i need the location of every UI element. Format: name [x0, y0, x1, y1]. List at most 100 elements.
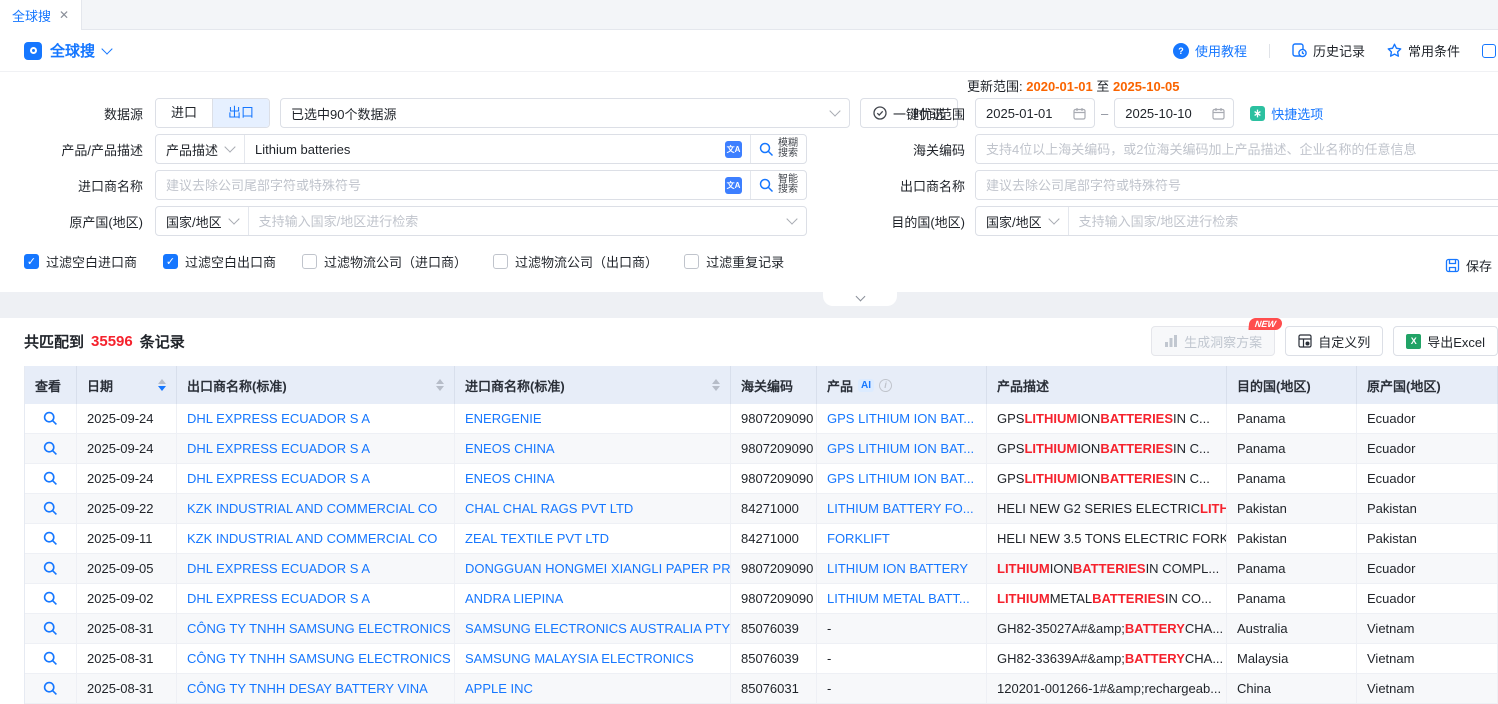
translate-icon[interactable]: 文A — [725, 177, 742, 194]
page-title-group[interactable]: 全球搜 — [24, 40, 111, 61]
importer-link[interactable]: CHAL CHAL RAGS PVT LTD — [455, 494, 731, 524]
filter-checkbox-4[interactable]: 过滤重复记录 — [684, 252, 784, 271]
checkbox-icon[interactable]: ✓ — [163, 254, 178, 269]
view-record-button[interactable] — [25, 554, 77, 584]
checkbox-icon[interactable] — [302, 254, 317, 269]
checkbox-icon[interactable] — [684, 254, 699, 269]
sort-carets[interactable] — [712, 379, 720, 391]
exporter-link[interactable]: DHL EXPRESS ECUADOR S A — [177, 434, 455, 464]
exporter-link[interactable]: DHL EXPRESS ECUADOR S A — [177, 464, 455, 494]
history-button[interactable]: 历史记录 — [1292, 41, 1365, 60]
collapse-form-button[interactable] — [823, 292, 897, 306]
view-record-button[interactable] — [25, 434, 77, 464]
view-record-button[interactable] — [25, 644, 77, 674]
magnifier-icon — [43, 531, 58, 546]
importer-link[interactable]: SAMSUNG ELECTRONICS AUSTRALIA PTY — [455, 614, 731, 644]
start-date-input[interactable]: 2025-01-01 — [975, 98, 1095, 128]
datasource-select[interactable]: 已选中90个数据源 — [280, 98, 850, 128]
column-header-date[interactable]: 日期 — [77, 366, 177, 404]
product-link[interactable]: LITHIUM ION BATTERY — [817, 554, 987, 584]
filter-checkbox-1[interactable]: ✓过滤空白出口商 — [163, 252, 276, 271]
generate-insight-button[interactable]: 生成洞察方案 NEW — [1151, 326, 1275, 356]
view-record-button[interactable] — [25, 584, 77, 614]
date-range-dash: – — [1101, 106, 1108, 121]
origin-cell: Ecuador — [1357, 434, 1498, 464]
date-cell: 2025-09-02 — [77, 584, 177, 614]
exporter-input[interactable] — [976, 171, 1498, 199]
import-toggle[interactable]: 进口 — [156, 99, 212, 127]
importer-link[interactable]: APPLE INC — [455, 674, 731, 704]
importer-link[interactable]: ENERGENIE — [455, 404, 731, 434]
end-date-input[interactable]: 2025-10-10 — [1114, 98, 1234, 128]
customize-columns-button[interactable]: 自定义列 — [1285, 326, 1383, 356]
magnifier-icon — [43, 621, 58, 636]
close-icon[interactable]: ✕ — [59, 8, 69, 22]
product-link[interactable]: GPS LITHIUM ION BAT... — [817, 404, 987, 434]
origin-cell: Ecuador — [1357, 464, 1498, 494]
hs-code-cell: 9807209090 — [731, 434, 817, 464]
destination-country-input[interactable] — [1069, 207, 1498, 235]
export-excel-button[interactable]: X 导出Excel — [1393, 326, 1498, 356]
product-type-select[interactable]: 产品描述 — [156, 135, 245, 163]
column-header-exporter[interactable]: 出口商名称(标准) — [177, 366, 455, 404]
exporter-link[interactable]: CÔNG TY TNHH DESAY BATTERY VINA — [177, 674, 455, 704]
product-link[interactable]: GPS LITHIUM ION BAT... — [817, 464, 987, 494]
exporter-link[interactable]: CÔNG TY TNHH SAMSUNG ELECTRONICS ... — [177, 644, 455, 674]
tutorial-button[interactable]: ? 使用教程 — [1173, 41, 1247, 60]
importer-link[interactable]: SAMSUNG MALAYSIA ELECTRONICS — [455, 644, 731, 674]
origin-country-input[interactable] — [249, 207, 788, 235]
destination-type-select[interactable]: 国家/地区 — [976, 207, 1069, 235]
quick-options-button[interactable]: 快捷选项 — [1250, 104, 1323, 123]
exporter-link[interactable]: DHL EXPRESS ECUADOR S A — [177, 404, 455, 434]
product-link[interactable]: LITHIUM METAL BATT... — [817, 584, 987, 614]
tab-global-search[interactable]: 全球搜 ✕ — [0, 0, 82, 30]
product-input[interactable] — [245, 135, 717, 163]
product-link[interactable]: FORKLIFT — [817, 524, 987, 554]
importer-input[interactable] — [156, 171, 717, 199]
checkbox-icon[interactable] — [493, 254, 508, 269]
importer-link[interactable]: ANDRA LIEPINA — [455, 584, 731, 614]
sort-carets[interactable] — [158, 379, 166, 391]
importer-link[interactable]: ZEAL TEXTILE PVT LTD — [455, 524, 731, 554]
hs-code-cell: 9807209090 — [731, 554, 817, 584]
view-record-button[interactable] — [25, 494, 77, 524]
export-toggle[interactable]: 出口 — [212, 99, 269, 127]
table-gear-icon — [1298, 334, 1312, 348]
view-record-button[interactable] — [25, 614, 77, 644]
update-range-from: 2020-01-01 — [1026, 79, 1093, 94]
filter-checkbox-3[interactable]: 过滤物流公司（出口商） — [493, 252, 658, 271]
exporter-link[interactable]: CÔNG TY TNHH SAMSUNG ELECTRONICS ... — [177, 614, 455, 644]
checkbox-icon[interactable]: ✓ — [24, 254, 39, 269]
info-icon[interactable]: i — [879, 379, 892, 392]
exporter-link[interactable]: DHL EXPRESS ECUADOR S A — [177, 554, 455, 584]
filter-checkbox-2[interactable]: 过滤物流公司（进口商） — [302, 252, 467, 271]
origin-input-group: 国家/地区 — [155, 206, 807, 236]
product-link[interactable]: GPS LITHIUM ION BAT... — [817, 434, 987, 464]
sort-carets[interactable] — [436, 379, 444, 391]
origin-cell: Vietnam — [1357, 674, 1498, 704]
exporter-link[interactable]: DHL EXPRESS ECUADOR S A — [177, 584, 455, 614]
fuzzy-search-button[interactable]: 模糊搜索 — [750, 135, 806, 163]
view-record-button[interactable] — [25, 674, 77, 704]
importer-link[interactable]: ENEOS CHINA — [455, 434, 731, 464]
exporter-link[interactable]: KZK INDUSTRIAL AND COMMERCIAL CO — [177, 524, 455, 554]
product-link[interactable]: LITHIUM BATTERY FO... — [817, 494, 987, 524]
chevron-down-icon — [829, 105, 840, 116]
filter-checkbox-0[interactable]: ✓过滤空白进口商 — [24, 252, 137, 271]
calendar-icon — [1073, 107, 1086, 120]
favorites-button[interactable]: 常用条件 — [1387, 41, 1460, 60]
translate-icon[interactable]: 文A — [725, 141, 742, 158]
view-record-button[interactable] — [25, 524, 77, 554]
view-record-button[interactable] — [25, 464, 77, 494]
view-record-button[interactable] — [25, 404, 77, 434]
save-button[interactable]: 保存 — [1445, 256, 1492, 275]
hs-code-input[interactable] — [976, 135, 1498, 163]
importer-link[interactable]: DONGGUAN HONGMEI XIANGLI PAPER PR... — [455, 554, 731, 584]
cut-off-action-icon[interactable] — [1482, 44, 1496, 58]
importer-link[interactable]: ENEOS CHINA — [455, 464, 731, 494]
smart-search-button[interactable]: 智能搜索 — [750, 171, 806, 199]
exporter-link[interactable]: KZK INDUSTRIAL AND COMMERCIAL CO — [177, 494, 455, 524]
column-header-importer[interactable]: 进口商名称(标准) — [455, 366, 731, 404]
chevron-down-icon[interactable] — [101, 43, 112, 54]
origin-type-select[interactable]: 国家/地区 — [156, 207, 249, 235]
